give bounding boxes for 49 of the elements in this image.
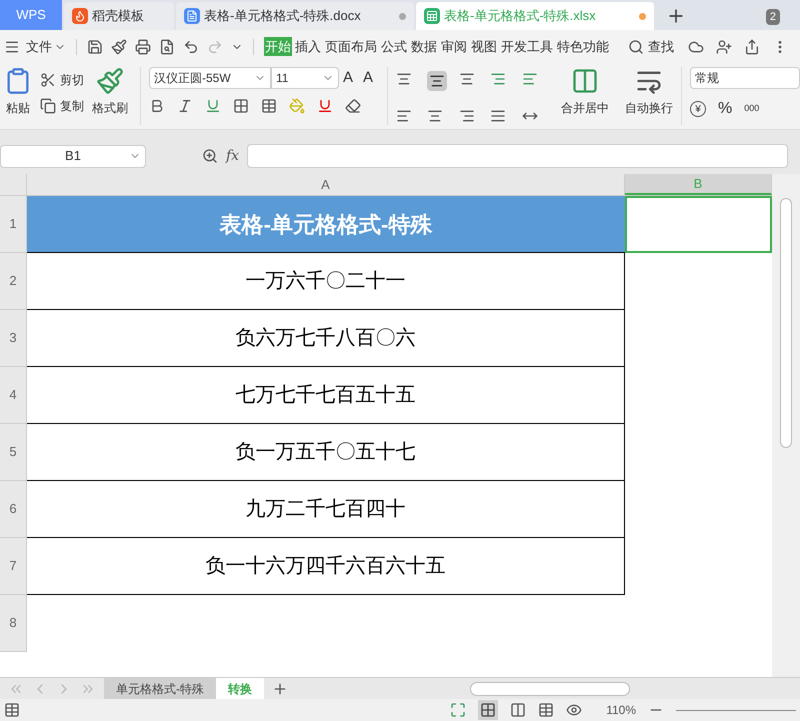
file-menu[interactable]: 文件: [26, 36, 52, 56]
number-format-field[interactable]: 常规: [690, 67, 800, 89]
table-cell: 一万六千〇二十一: [27, 253, 625, 310]
table-cell: 负六万七千八百〇六: [27, 310, 625, 367]
table-cell: 七万七千七百五十五: [27, 367, 625, 424]
currency-icon[interactable]: ¥: [690, 101, 706, 117]
row-header[interactable]: 4: [0, 367, 27, 424]
row-header[interactable]: 6: [0, 481, 27, 538]
ribbon-tab[interactable]: 特色功能: [556, 36, 610, 56]
ribbon-tab[interactable]: 审阅: [440, 36, 468, 56]
font-size-field[interactable]: 11: [270, 67, 339, 90]
ribbon-tab[interactable]: 数据: [410, 36, 438, 56]
table-cell: 负一十六万四千六百六十五: [27, 538, 625, 595]
sheet-tab[interactable]: 单元格格式-特殊: [104, 678, 216, 700]
tab-title: 表格-单元格格式-特殊.xlsx: [444, 7, 597, 26]
copy-button[interactable]: 复制: [60, 97, 84, 115]
search-button[interactable]: 查找: [648, 36, 674, 56]
function-button[interactable]: fx: [226, 146, 240, 166]
tab-title: 表格-单元格格式-特殊.docx: [204, 7, 362, 26]
table-cell: 表格-单元格格式-特殊: [27, 196, 625, 253]
cut-button[interactable]: 剪切: [60, 71, 84, 89]
wrap-text-button[interactable]: 自动换行: [625, 99, 674, 117]
ribbon-tab[interactable]: 页面布局: [324, 36, 378, 56]
row-header[interactable]: 3: [0, 310, 27, 367]
name-box[interactable]: B1: [0, 144, 146, 168]
shrink-font-icon[interactable]: A: [362, 67, 379, 90]
row-header[interactable]: 5: [0, 424, 27, 481]
table-cell: 九万二千七百四十: [27, 481, 625, 538]
ribbon-tab[interactable]: 视图: [470, 36, 498, 56]
tab-title: 稻壳模板: [92, 7, 145, 26]
percent-button[interactable]: %: [718, 97, 732, 121]
row-header[interactable]: 7: [0, 538, 27, 595]
row-header[interactable]: 2: [0, 253, 27, 310]
merge-center-button[interactable]: 合并居中: [561, 99, 610, 117]
thousands-button[interactable]: 000: [744, 102, 760, 116]
font-name-field[interactable]: 汉仪正圆-55W: [148, 67, 271, 90]
row-header[interactable]: 8: [0, 595, 27, 652]
grow-font-icon[interactable]: A: [342, 67, 359, 90]
ribbon-tab[interactable]: 开发工具: [500, 36, 554, 56]
zoom-level[interactable]: 110%: [606, 701, 636, 719]
ribbon-tab[interactable]: 公式: [380, 36, 408, 56]
window-count[interactable]: 2: [766, 8, 780, 25]
document-tab[interactable]: 表格-单元格格式-特殊.docx: [176, 2, 414, 30]
document-tab[interactable]: 稻壳模板: [64, 2, 174, 30]
format-painter-button[interactable]: 格式刷: [92, 99, 128, 117]
ribbon-tab[interactable]: 插入: [294, 36, 322, 56]
table-cell: 负一万五千〇五十七: [27, 424, 625, 481]
paste-button[interactable]: 粘贴: [6, 99, 30, 117]
row-header[interactable]: 1: [0, 196, 27, 253]
